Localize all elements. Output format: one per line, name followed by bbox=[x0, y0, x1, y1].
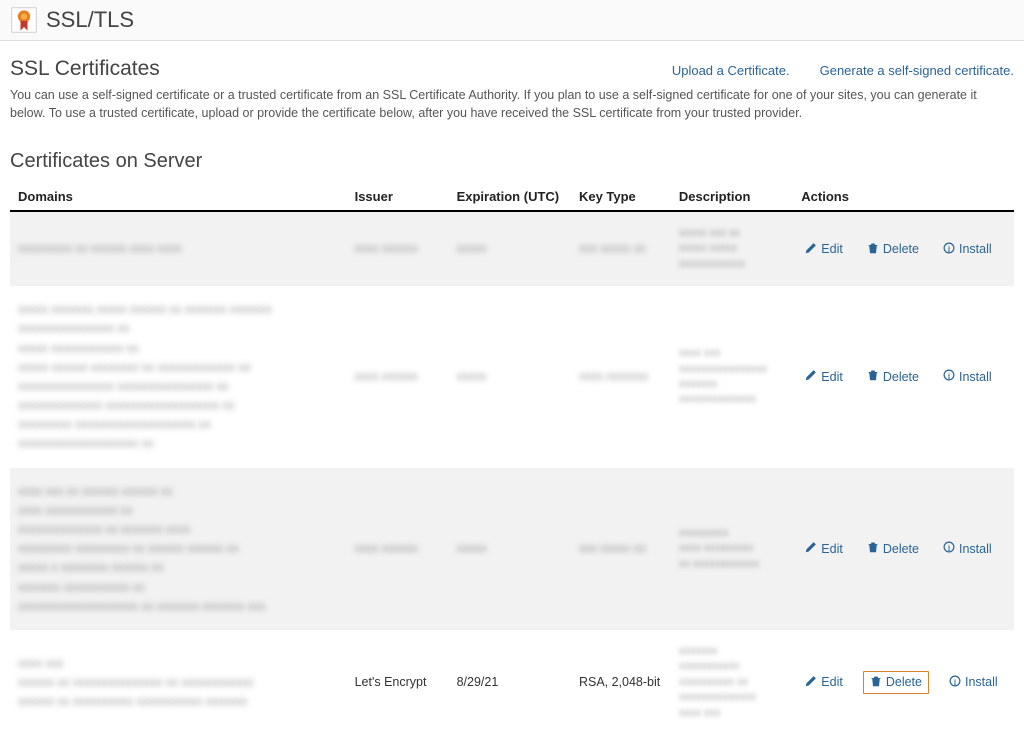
redacted-description: xxxxx xxx xx xxxxx xxxxx xxxxxxxxxxxx bbox=[679, 226, 785, 272]
section-intro-text: You can use a self-signed certificate or… bbox=[10, 87, 1014, 122]
page-header: SSL/TLS bbox=[0, 0, 1024, 41]
install-icon bbox=[943, 369, 955, 384]
cell-actions: Edit Delete Install bbox=[793, 468, 1014, 630]
delete-button-label: Delete bbox=[883, 370, 919, 384]
cell-domains: xxxx xxx xxxxxx xx xxxxxxxxxxxxxxx xx xx… bbox=[10, 630, 347, 735]
redacted-domains: xxxx xxx xxxxxx xx xxxxxxxxxxxxxxx xx xx… bbox=[18, 654, 339, 712]
delete-icon bbox=[867, 541, 879, 556]
edit-icon bbox=[805, 675, 817, 690]
install-button-label: Install bbox=[959, 542, 992, 556]
cell-description: xxxxx xxx xx xxxxx xxxxx xxxxxxxxxxxx bbox=[671, 211, 793, 286]
edit-button-label: Edit bbox=[821, 242, 843, 256]
redacted-description: xxxx xxx xxxxxxxxxxxxxxxx xxxxxxx xxxxxx… bbox=[679, 346, 785, 408]
install-button[interactable]: Install bbox=[939, 539, 996, 558]
redacted-domains: xxxxxxxxx xx xxxxxx xxxx xxxx bbox=[18, 239, 339, 258]
cell-expiration: xxxxx bbox=[449, 286, 571, 468]
th-domains: Domains bbox=[10, 183, 347, 211]
cell-description: xxxxxxxxx xxxx xxxxxxxxx xx xxxxxxxxxxxx bbox=[671, 468, 793, 630]
delete-button-label: Delete bbox=[883, 542, 919, 556]
delete-button[interactable]: Delete bbox=[863, 539, 923, 558]
delete-button[interactable]: Delete bbox=[863, 671, 929, 694]
delete-icon bbox=[867, 242, 879, 257]
cell-domains: xxxxxxxxx xx xxxxxx xxxx xxxx bbox=[10, 211, 347, 286]
delete-button[interactable]: Delete bbox=[863, 367, 923, 386]
subsection-title-certificates-on-server: Certificates on Server bbox=[10, 150, 1014, 173]
delete-icon bbox=[867, 369, 879, 384]
edit-button[interactable]: Edit bbox=[801, 539, 847, 558]
redacted-issuer: xxxx xxxxxx bbox=[355, 239, 441, 258]
install-icon bbox=[943, 541, 955, 556]
th-key-type: Key Type bbox=[571, 183, 671, 211]
install-button[interactable]: Install bbox=[939, 367, 996, 386]
table-row: xxxxxxxxx xx xxxxxx xxxx xxxx xxxx xxxxxx… bbox=[10, 211, 1014, 286]
redacted-expiration: xxxxx bbox=[457, 539, 563, 558]
upload-certificate-link[interactable]: Upload a Certificate. bbox=[672, 63, 790, 78]
th-issuer: Issuer bbox=[347, 183, 449, 211]
cell-expiration: 8/29/21 bbox=[449, 630, 571, 735]
edit-icon bbox=[805, 242, 817, 257]
ssl-badge-icon bbox=[10, 6, 38, 34]
install-button-label: Install bbox=[959, 242, 992, 256]
install-button[interactable]: Install bbox=[945, 673, 1002, 692]
cell-key-type: xxx xxxxx xx bbox=[571, 211, 671, 286]
cell-expiration: xxxxx bbox=[449, 211, 571, 286]
redacted-keytype: xxx xxxxx xx bbox=[579, 239, 663, 258]
edit-button[interactable]: Edit bbox=[801, 367, 847, 386]
th-expiration: Expiration (UTC) bbox=[449, 183, 571, 211]
delete-icon bbox=[870, 675, 882, 690]
cell-description: xxxx xxx xxxxxxxxxxxxxxxx xxxxxxx xxxxxx… bbox=[671, 286, 793, 468]
cell-domains: xxxx xxx xx xxxxxx xxxxxx xx xxxx xxxxxx… bbox=[10, 468, 347, 630]
table-row: xxxx xxx xxxxxx xx xxxxxxxxxxxxxxx xx xx… bbox=[10, 630, 1014, 735]
cell-issuer: xxxx xxxxxx bbox=[347, 211, 449, 286]
cell-description: xxxxxxx xxxxxxxxxxx xxxxxxxxxx xx xxxxxx… bbox=[671, 630, 793, 735]
edit-icon bbox=[805, 369, 817, 384]
redacted-description: xxxxxxxxx xxxx xxxxxxxxx xx xxxxxxxxxxxx bbox=[679, 526, 785, 572]
cell-key-type: xxx xxxxx xx bbox=[571, 468, 671, 630]
generate-self-signed-link[interactable]: Generate a self-signed certificate. bbox=[820, 63, 1014, 78]
redacted-expiration: xxxxx bbox=[457, 367, 563, 386]
cell-key-type: RSA, 2,048-bit bbox=[571, 630, 671, 735]
install-button-label: Install bbox=[965, 675, 998, 689]
install-button[interactable]: Install bbox=[939, 240, 996, 259]
redacted-keytype: xxxx xxxxxxx bbox=[579, 367, 663, 386]
page-title: SSL/TLS bbox=[46, 7, 134, 33]
table-row: xxxx xxx xx xxxxxx xxxxxx xx xxxx xxxxxx… bbox=[10, 468, 1014, 630]
redacted-issuer: xxxx xxxxxx bbox=[355, 539, 441, 558]
cell-issuer: xxxx xxxxxx bbox=[347, 468, 449, 630]
edit-button-label: Edit bbox=[821, 370, 843, 384]
th-description: Description bbox=[671, 183, 793, 211]
cell-key-type: xxxx xxxxxxx bbox=[571, 286, 671, 468]
delete-button-label: Delete bbox=[883, 242, 919, 256]
redacted-domains: xxxx xxx xx xxxxxx xxxxxx xx xxxx xxxxxx… bbox=[18, 482, 339, 616]
delete-button[interactable]: Delete bbox=[863, 240, 923, 259]
redacted-expiration: xxxxx bbox=[457, 239, 563, 258]
redacted-domains: xxxxx xxxxxxx xxxxx xxxxxx xx xxxxxxx xx… bbox=[18, 300, 339, 454]
cell-expiration: xxxxx bbox=[449, 468, 571, 630]
cell-domains: xxxxx xxxxxxx xxxxx xxxxxx xx xxxxxxx xx… bbox=[10, 286, 347, 468]
redacted-description: xxxxxxx xxxxxxxxxxx xxxxxxxxxx xx xxxxxx… bbox=[679, 644, 785, 721]
edit-button-label: Edit bbox=[821, 675, 843, 689]
certificates-table: Domains Issuer Expiration (UTC) Key Type… bbox=[10, 183, 1014, 735]
th-actions: Actions bbox=[793, 183, 1014, 211]
cell-actions: Edit Delete Install bbox=[793, 211, 1014, 286]
install-icon bbox=[949, 675, 961, 690]
edit-button-label: Edit bbox=[821, 542, 843, 556]
edit-button[interactable]: Edit bbox=[801, 673, 847, 692]
table-row: xxxxx xxxxxxx xxxxx xxxxxx xx xxxxxxx xx… bbox=[10, 286, 1014, 468]
cell-actions: Edit Delete Install bbox=[793, 286, 1014, 468]
edit-icon bbox=[805, 541, 817, 556]
edit-button[interactable]: Edit bbox=[801, 240, 847, 259]
redacted-keytype: xxx xxxxx xx bbox=[579, 539, 663, 558]
cell-actions: Edit Delete Install bbox=[793, 630, 1014, 735]
delete-button-label: Delete bbox=[886, 675, 922, 689]
top-action-links: Upload a Certificate. Generate a self-si… bbox=[672, 63, 1014, 78]
redacted-issuer: xxxx xxxxxx bbox=[355, 367, 441, 386]
cell-issuer: xxxx xxxxxx bbox=[347, 286, 449, 468]
install-icon bbox=[943, 242, 955, 257]
section-title-ssl-certificates: SSL Certificates bbox=[10, 57, 160, 81]
cell-issuer: Let's Encrypt bbox=[347, 630, 449, 735]
install-button-label: Install bbox=[959, 370, 992, 384]
